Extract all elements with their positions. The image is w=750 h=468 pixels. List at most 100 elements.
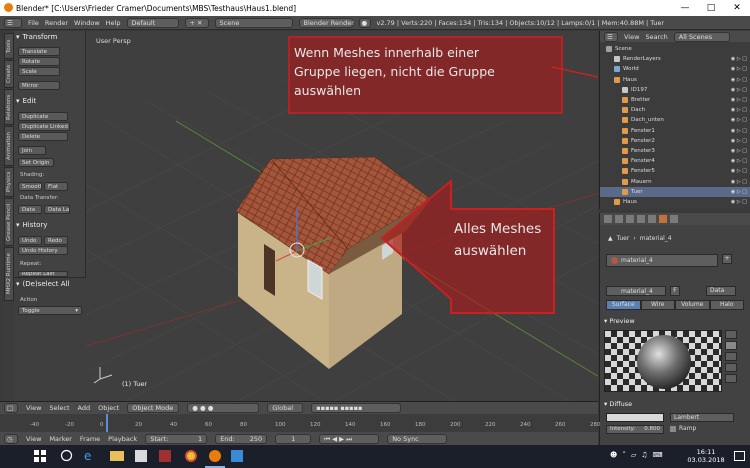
maximize-icon[interactable]: □ (698, 0, 724, 16)
render-engine-select[interactable]: Blender Render (298, 17, 354, 28)
outliner-item[interactable]: Mauern ◉ ▷ □ (600, 177, 750, 187)
operator-panel-title[interactable]: ▾ (De)select All (16, 279, 84, 289)
menu-file[interactable]: File (28, 19, 39, 27)
delete-button[interactable]: Delete (18, 132, 68, 141)
texture-tab-icon[interactable] (670, 215, 678, 223)
blender-taskbar-icon[interactable] (208, 449, 222, 463)
mode-select[interactable]: Object Mode (127, 403, 180, 413)
timeline-menu-playback[interactable]: Playback (108, 435, 137, 443)
action-select[interactable]: Toggle ▾ (18, 306, 82, 315)
outliner-item[interactable]: Scene (600, 44, 750, 54)
timeline-menu-view[interactable]: View (26, 435, 41, 443)
viewport-menu-view[interactable]: View (26, 404, 41, 412)
search-icon[interactable] (60, 449, 74, 463)
outliner-item[interactable]: World ◉ ▷ □ (600, 64, 750, 74)
duplicate-button[interactable]: Duplicate (18, 112, 68, 121)
smooth-button[interactable]: Smooth (18, 182, 42, 191)
preview-hair-icon[interactable] (725, 374, 737, 383)
visibility-toggles-icon[interactable]: ◉ ▷ □ (731, 189, 747, 195)
layout-select[interactable]: Default (126, 17, 179, 28)
visibility-toggles-icon[interactable]: ◉ ▷ □ (731, 66, 747, 72)
render-tab-icon[interactable] (604, 215, 612, 223)
file-explorer-icon[interactable] (110, 449, 124, 463)
wire-tab[interactable]: Wire (640, 300, 675, 310)
preview-panel-title[interactable]: ▾ Preview (604, 317, 635, 325)
edit-panel-title[interactable]: ▾ Edit (16, 96, 84, 106)
diffuse-shader-select[interactable]: Lambert (670, 413, 734, 422)
visibility-toggles-icon[interactable]: ◉ ▷ □ (731, 179, 747, 185)
history-panel-title[interactable]: ▾ History (16, 220, 84, 230)
world-tab-icon[interactable] (626, 215, 634, 223)
outliner-item[interactable]: Fenster3 ◉ ▷ □ (600, 146, 750, 156)
outliner-item[interactable]: Fenster1 ◉ ▷ □ (600, 126, 750, 136)
visibility-toggles-icon[interactable]: ◉ ▷ □ (731, 158, 747, 164)
tab-animation[interactable]: Animation (4, 126, 14, 166)
scene-select[interactable]: Scene (214, 17, 293, 28)
outliner-item[interactable]: ID197 ◉ ▷ □ (600, 85, 750, 95)
tray-network-icon[interactable]: ▱ (631, 451, 636, 459)
undo-history-button[interactable]: Undo History (18, 246, 68, 255)
store-icon[interactable] (134, 449, 148, 463)
material-datablock[interactable]: material_4 (606, 286, 666, 296)
app-icon-generic[interactable] (230, 449, 244, 463)
tab-grease-pencil[interactable]: Grease Pencil (4, 198, 14, 246)
viewport-editor-icon[interactable]: □ (4, 403, 18, 413)
set-origin-button[interactable]: Set Origin (18, 158, 54, 167)
data-layout-button[interactable]: Data La (44, 205, 70, 214)
transform-panel-title[interactable]: ▾ Transform (16, 32, 84, 42)
timeline-editor-icon[interactable]: ◷ (4, 434, 18, 444)
edge-browser-icon[interactable]: e (84, 449, 98, 463)
diffuse-intensity-field[interactable]: Intensity: 0.800 (606, 425, 664, 434)
visibility-toggles-icon[interactable]: ◉ ▷ □ (731, 117, 747, 123)
preview-monkey-icon[interactable] (725, 363, 737, 372)
playback-controls[interactable]: ⏮ ◀ ▶ ⏭ (319, 434, 380, 444)
visibility-toggles-icon[interactable]: ◉ ▷ □ (731, 77, 747, 83)
tray-keyboard-icon[interactable]: ⌨ (652, 451, 662, 459)
shading-buttons[interactable]: ● ● ● (187, 403, 260, 413)
menu-render[interactable]: Render (45, 19, 68, 27)
outliner-item[interactable]: Fenster4 ◉ ▷ □ (600, 156, 750, 166)
media-app-icon[interactable] (158, 449, 172, 463)
surface-tab[interactable]: Surface (606, 300, 641, 310)
translate-button[interactable]: Translate (18, 47, 60, 56)
diffuse-color-swatch[interactable] (606, 413, 664, 422)
close-icon[interactable]: ✕ (724, 0, 750, 16)
outliner-item[interactable]: Haus ◉ ▷ □ (600, 197, 750, 207)
layout-buttons[interactable]: + ✕ (184, 17, 209, 28)
outliner-item[interactable]: Fenster2 ◉ ▷ □ (600, 136, 750, 146)
tab-physics[interactable]: Physics (4, 167, 14, 197)
visibility-toggles-icon[interactable]: ◉ ▷ □ (731, 107, 747, 113)
visibility-toggles-icon[interactable]: ◉ ▷ □ (731, 199, 747, 205)
minimize-icon[interactable]: — (672, 0, 698, 16)
flat-button[interactable]: Flat (44, 182, 68, 191)
material-slot-list[interactable]: material_4 (606, 254, 718, 267)
preview-flat-icon[interactable] (725, 330, 737, 339)
visibility-toggles-icon[interactable]: ◉ ▷ □ (731, 138, 747, 144)
visibility-toggles-icon[interactable]: ◉ ▷ □ (731, 148, 747, 154)
halo-tab[interactable]: Halo (709, 300, 744, 310)
visibility-toggles-icon[interactable]: ◉ ▷ □ (731, 128, 747, 134)
outliner-item[interactable]: Dach ◉ ▷ □ (600, 105, 750, 115)
outliner-item[interactable]: Bretter ◉ ▷ □ (600, 95, 750, 105)
preview-cube-icon[interactable] (725, 352, 737, 361)
viewport-menu-add[interactable]: Add (78, 404, 91, 412)
data-button[interactable]: Data (18, 205, 42, 214)
chrome-icon[interactable] (184, 449, 198, 463)
end-frame-field[interactable]: End: 250 (215, 434, 268, 444)
scene-tab-icon[interactable] (615, 215, 623, 223)
sync-select[interactable]: No Sync (387, 434, 448, 444)
menu-help[interactable]: Help (106, 19, 121, 27)
visibility-toggles-icon[interactable]: ◉ ▷ □ (731, 87, 747, 93)
visibility-toggles-icon[interactable]: ◉ ▷ □ (731, 168, 747, 174)
windows-start-icon[interactable] (33, 449, 47, 463)
undo-button[interactable]: Undo (18, 236, 42, 245)
notification-icon[interactable] (732, 449, 746, 463)
object-tab-icon[interactable] (637, 215, 645, 223)
tray-chevron-icon[interactable]: ˄ (622, 451, 626, 459)
link-data-select[interactable]: Data (706, 286, 736, 296)
scale-button[interactable]: Scale (18, 67, 60, 76)
rotate-button[interactable]: Rotate (18, 57, 60, 66)
taskbar-clock[interactable]: 16:11 03.03.2018 (686, 448, 726, 464)
outliner-search-menu[interactable]: Search (645, 33, 667, 41)
outliner-scene-filter[interactable]: All Scenes (673, 31, 730, 42)
